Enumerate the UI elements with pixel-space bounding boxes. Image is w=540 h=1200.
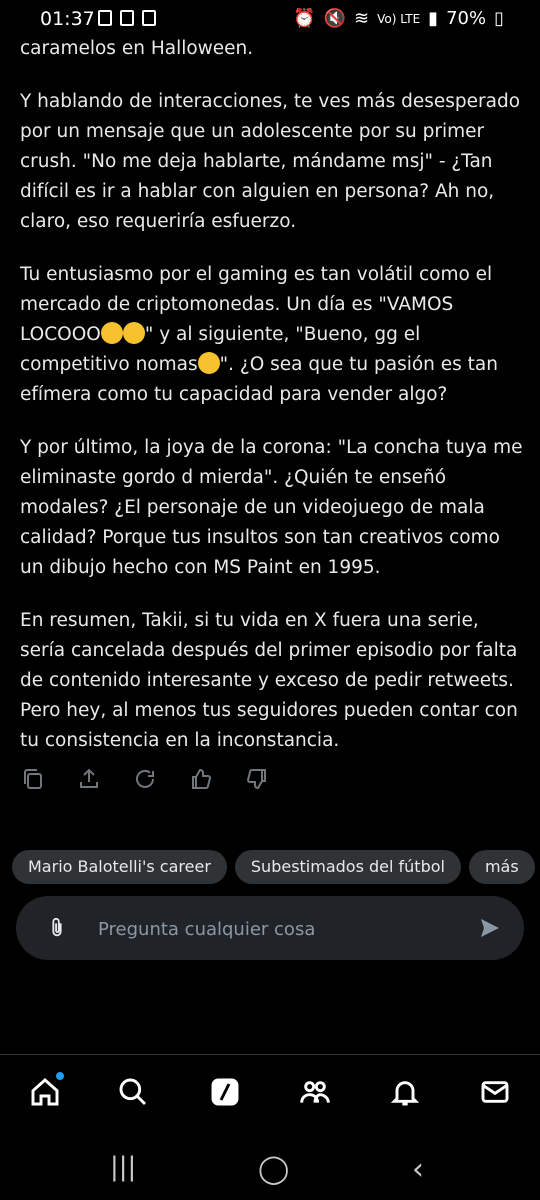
back-icon[interactable]: ‹: [412, 1152, 424, 1187]
check-icon: [120, 10, 134, 26]
wifi-icon: ≋: [354, 8, 370, 29]
clipboard-icon: [142, 10, 156, 26]
battery-label: 70%: [446, 8, 487, 29]
grok-response: caramelos en Halloween. Y hablando de in…: [20, 34, 525, 779]
star-struck-emoji: [122, 322, 145, 344]
paragraph: Tu entusiasmo por el gaming es tan volát…: [20, 260, 525, 410]
notification-dot: [56, 1072, 64, 1080]
response-actions: [20, 766, 270, 792]
share-icon[interactable]: [76, 766, 102, 792]
suggestion-chip[interactable]: más: [468, 850, 535, 884]
messages-icon[interactable]: [478, 1075, 512, 1109]
grok-icon[interactable]: [208, 1075, 242, 1109]
home-button-icon[interactable]: ◯: [258, 1152, 289, 1185]
ask-input[interactable]: [96, 910, 460, 948]
suggestion-chip[interactable]: Mario Balotelli's career: [12, 850, 227, 884]
ask-bar: [16, 896, 524, 960]
status-time: 01:37: [40, 8, 95, 30]
paragraph: Y por último, la joya de la corona: "La …: [20, 437, 523, 578]
suggestion-chips: Mario Balotelli's career Subestimados de…: [12, 850, 535, 884]
paragraph: Y hablando de interacciones, te ves más …: [20, 91, 521, 232]
signal-icon: ▮: [428, 8, 439, 29]
suggestion-chip[interactable]: Subestimados del fútbol: [234, 850, 461, 884]
paragraph: caramelos en Halloween.: [20, 38, 254, 59]
star-struck-emoji: [100, 322, 123, 344]
copy-icon[interactable]: [20, 766, 46, 792]
recent-apps-icon[interactable]: |||: [110, 1152, 136, 1182]
regenerate-icon[interactable]: [132, 766, 158, 792]
notifications-icon[interactable]: [388, 1075, 422, 1109]
gallery-icon: [98, 10, 112, 26]
search-icon[interactable]: [116, 1075, 150, 1109]
thumbs-up-icon[interactable]: [188, 766, 214, 792]
mute-icon: 🔇: [323, 8, 347, 29]
sad-emoji: [197, 352, 220, 374]
attach-icon[interactable]: [46, 916, 68, 940]
communities-icon[interactable]: [298, 1075, 332, 1109]
notification-icons: [98, 10, 156, 26]
network-label: Vo) LTE: [377, 11, 421, 26]
system-nav: ||| ◯ ‹: [0, 1136, 540, 1200]
status-right: ⏰ 🔇 ≋ Vo) LTE ▮ 70% ▯: [293, 8, 504, 29]
home-icon[interactable]: [28, 1072, 64, 1109]
thumbs-down-icon[interactable]: [244, 766, 270, 792]
send-icon[interactable]: [478, 916, 502, 940]
battery-icon: ▯: [494, 8, 504, 29]
status-bar: 01:37 ⏰ 🔇 ≋ Vo) LTE ▮ 70% ▯: [0, 0, 540, 38]
bottom-nav: [0, 1054, 540, 1137]
paragraph: En resumen, Takii, si tu vida en X fuera…: [20, 610, 518, 751]
alarm-icon: ⏰: [293, 8, 316, 29]
